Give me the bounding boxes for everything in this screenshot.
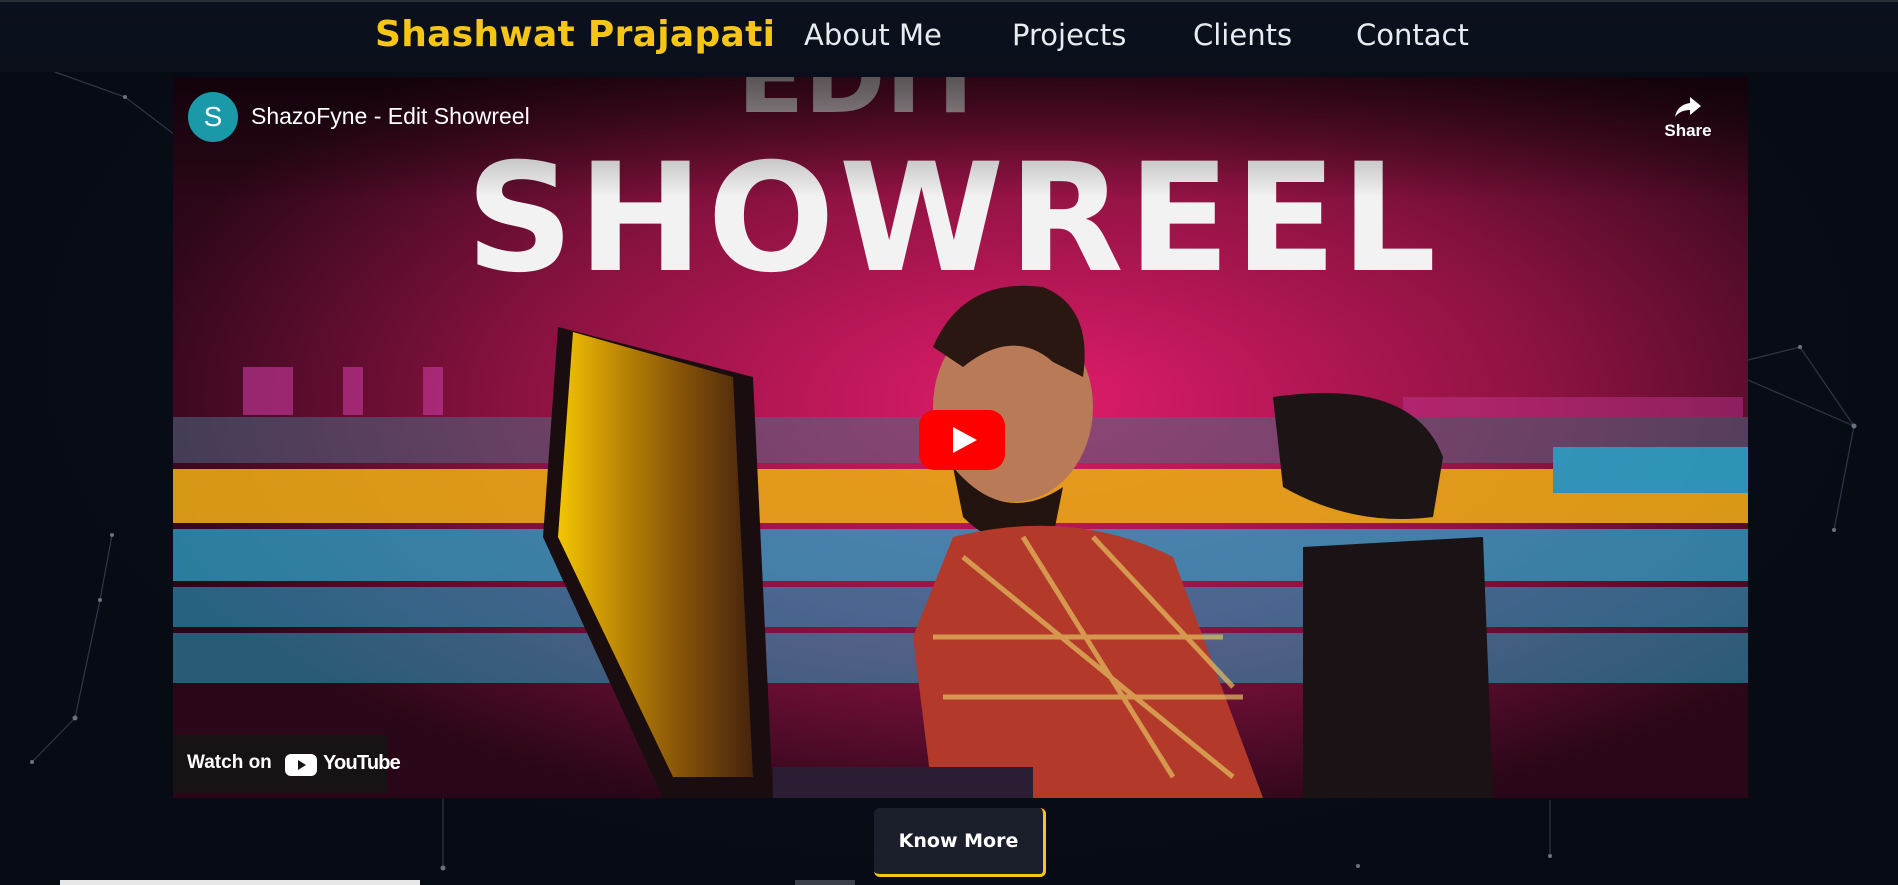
nav-link-clients[interactable]: Clients — [1193, 18, 1292, 52]
page: Shashwat Prajapati About Me Projects Cli… — [0, 0, 1898, 885]
know-more-button[interactable]: Know More — [874, 808, 1046, 877]
site-brand-name[interactable]: Shashwat Prajapati — [375, 14, 775, 55]
bottom-scroll-indicator — [60, 880, 420, 885]
share-label: Share — [1664, 121, 1712, 140]
youtube-wordmark: YouTube — [323, 752, 401, 774]
share-icon — [1675, 97, 1701, 117]
bottom-scroll-thumb — [795, 880, 855, 885]
nav-link-about-me[interactable]: About Me — [804, 18, 942, 52]
play-icon[interactable] — [919, 410, 1005, 470]
nav-link-projects[interactable]: Projects — [1012, 18, 1126, 52]
watch-on-label: Watch on — [187, 752, 272, 773]
youtube-logo-icon — [285, 754, 317, 776]
video-title[interactable]: ShazoFyne - Edit Showreel — [251, 103, 530, 130]
youtube-video-embed[interactable]: EDIT SHOWREEL S ShazoFyne — [173, 77, 1748, 798]
top-navigation-bar: Shashwat Prajapati About Me Projects Cli… — [0, 0, 1898, 72]
channel-avatar[interactable]: S — [188, 92, 238, 142]
nav-link-contact[interactable]: Contact — [1356, 18, 1469, 52]
watch-on-youtube-button[interactable]: Watch on YouTube — [173, 735, 401, 793]
video-top-overlay — [173, 77, 1748, 197]
share-button[interactable]: Share — [1658, 95, 1718, 141]
